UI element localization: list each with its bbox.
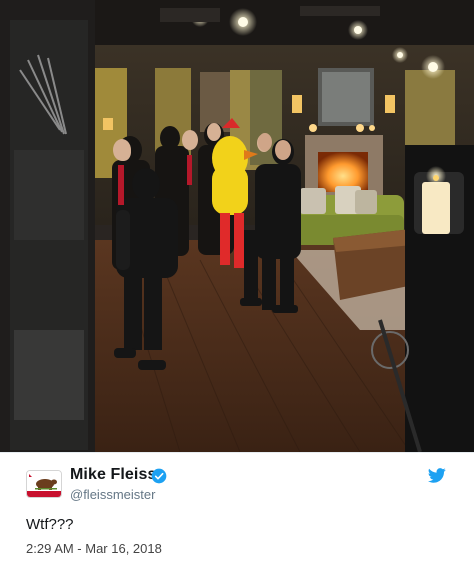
tweet-text: Wtf??? bbox=[26, 516, 74, 533]
tweet-card: Mike Fleiss @fleissmeister Wtf??? 2:29 A… bbox=[0, 0, 474, 561]
tweet-photo[interactable] bbox=[0, 0, 474, 452]
tweet-timestamp[interactable]: 2:29 AM - Mar 16, 2018 bbox=[26, 541, 162, 556]
user-handle[interactable]: @fleissmeister bbox=[70, 487, 155, 502]
avatar[interactable] bbox=[26, 470, 62, 498]
verified-badge-icon bbox=[151, 468, 167, 484]
california-flag-avatar-icon bbox=[27, 471, 61, 497]
party-scene-image bbox=[0, 0, 474, 452]
twitter-bird-icon[interactable] bbox=[428, 468, 446, 483]
display-name[interactable]: Mike Fleiss bbox=[70, 466, 156, 484]
